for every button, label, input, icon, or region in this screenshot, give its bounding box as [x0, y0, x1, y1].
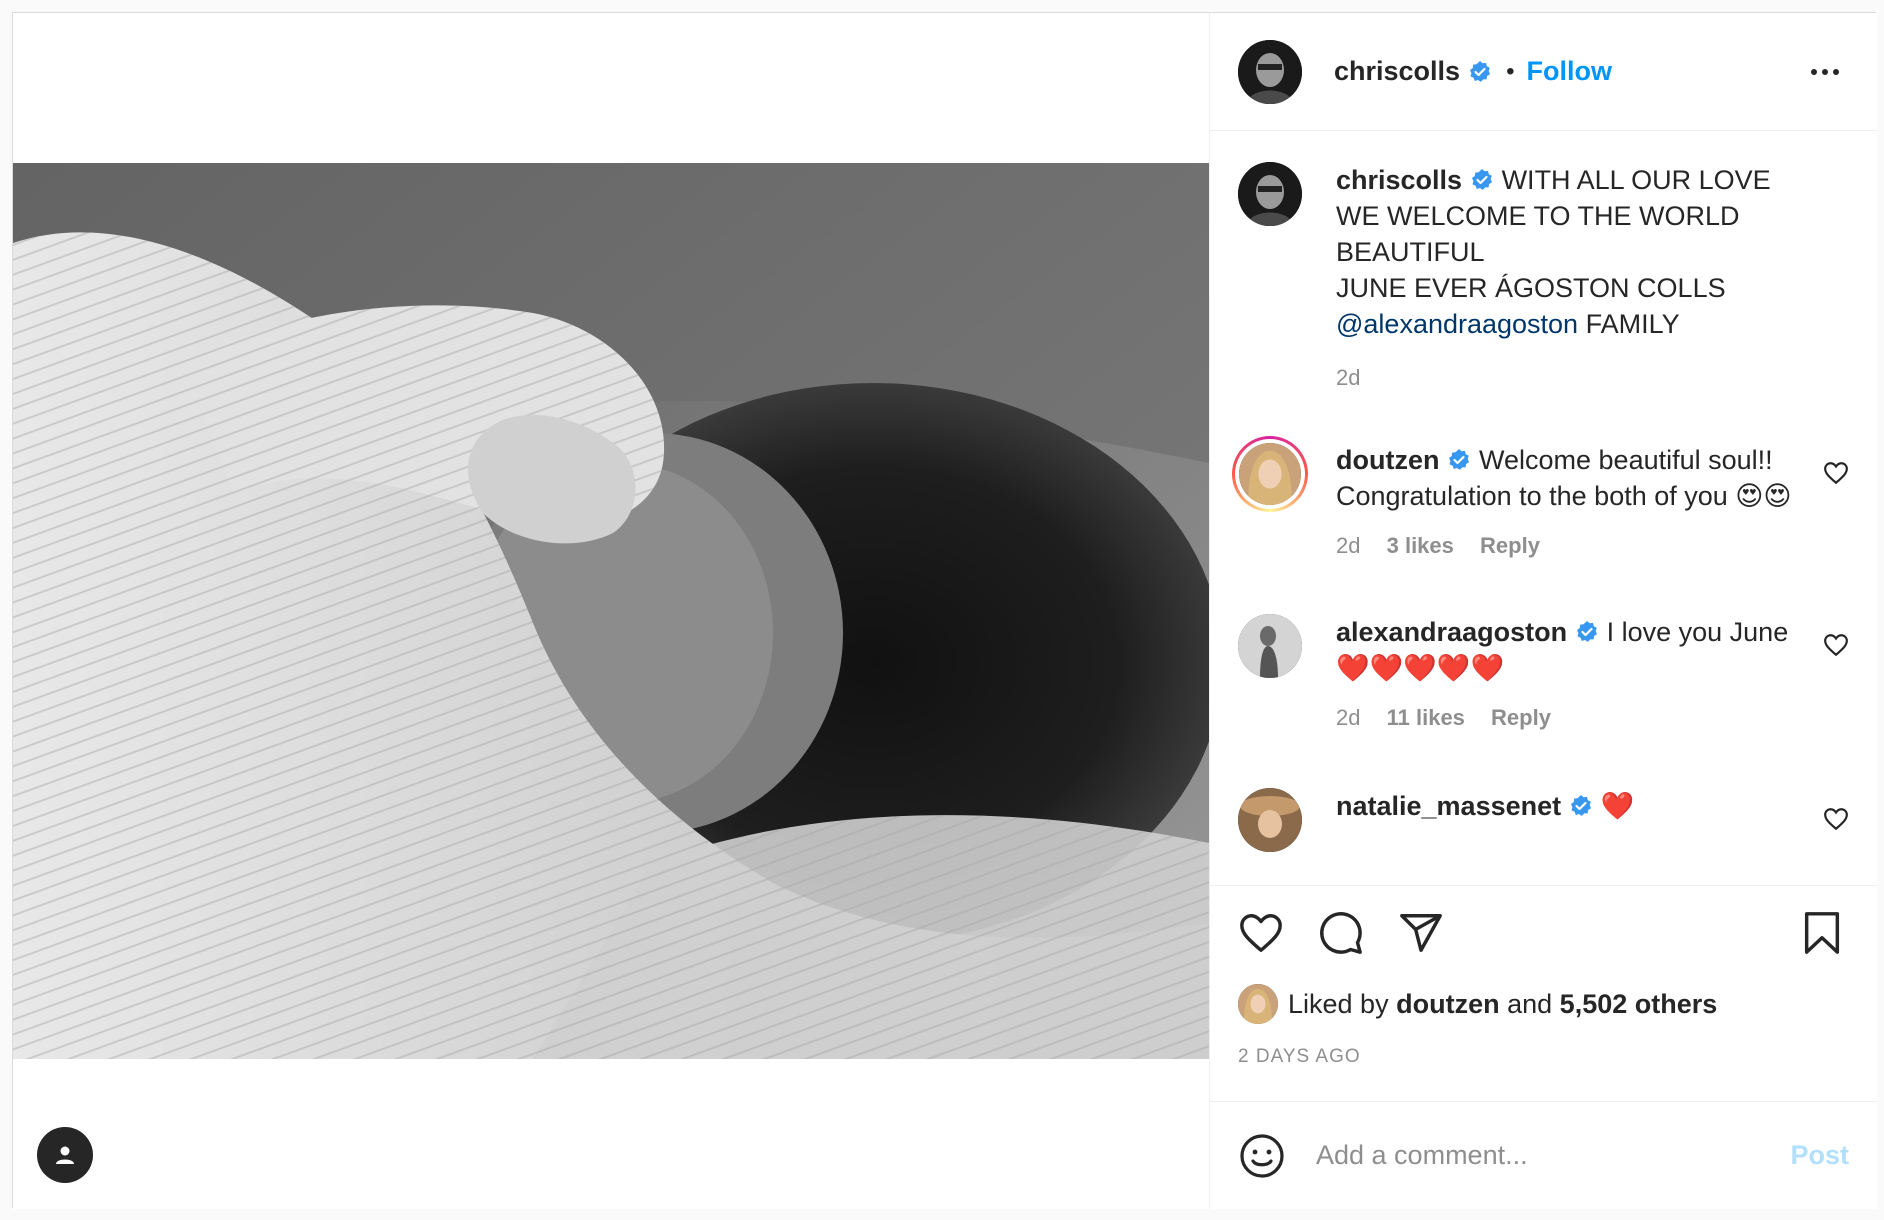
comment-avatar [1239, 443, 1301, 505]
comment-avatar[interactable] [1238, 788, 1302, 852]
paper-plane-icon [1400, 914, 1442, 952]
heart-icon[interactable] [1823, 460, 1849, 486]
verified-badge-icon [1449, 449, 1470, 470]
verified-badge-icon [1472, 169, 1493, 190]
comment-username[interactable]: alexandraagoston [1336, 617, 1567, 647]
comment-meta: 2d 3 likes Reply [1336, 528, 1796, 564]
comment-time[interactable]: 2d [1336, 705, 1360, 730]
comment-item: natalie_massenet ❤️ [1210, 788, 1877, 852]
header-user: chriscolls • Follow [1334, 56, 1612, 87]
liked-by-avatar[interactable] [1238, 984, 1278, 1024]
post-modal: chriscolls • Follow chriscolls WITH ALL … [12, 12, 1877, 1209]
liked-by-and: and [1507, 988, 1553, 1019]
verified-badge-icon [1577, 621, 1598, 642]
add-comment-bar: Post [1210, 1101, 1877, 1209]
comment-bubble-icon [1320, 912, 1362, 954]
media-column [13, 13, 1209, 1209]
comment-item: alexandraagoston I love you June ❤️❤️❤️❤… [1210, 614, 1877, 736]
header-separator: • [1506, 57, 1515, 85]
save-button[interactable] [1799, 910, 1845, 956]
post-header: chriscolls • Follow [1210, 13, 1877, 131]
post-timestamp[interactable]: 2 DAYS AGO [1238, 1046, 1849, 1068]
comment-body: natalie_massenet ❤️ [1336, 788, 1796, 852]
heart-icon [1240, 914, 1282, 952]
comment-username[interactable]: natalie_massenet [1336, 791, 1561, 821]
comment-body: doutzen Welcome beautiful soul!! Congrat… [1336, 442, 1796, 564]
share-button[interactable] [1398, 910, 1444, 956]
post-sidebar: chriscolls • Follow chriscolls WITH ALL … [1209, 13, 1877, 1209]
emoji-icon[interactable] [1238, 1132, 1286, 1180]
comment-username[interactable]: doutzen [1336, 445, 1439, 475]
heart-icon[interactable] [1823, 632, 1849, 658]
liked-by: Liked by doutzen and 5,502 others [1238, 984, 1849, 1024]
caption-avatar-image [1238, 162, 1302, 226]
comment-likes[interactable]: 11 likes [1387, 705, 1465, 730]
comment-meta: 2d 11 likes Reply [1336, 700, 1796, 736]
bookmark-icon [1804, 912, 1840, 954]
heart-icon[interactable] [1823, 806, 1849, 832]
comment-time[interactable]: 2d [1336, 533, 1360, 558]
more-options-icon[interactable] [1811, 69, 1839, 75]
photo-illustration [13, 163, 1209, 1059]
verified-badge-icon [1470, 60, 1491, 82]
comment-text: ❤️ [1600, 791, 1635, 821]
post-comment-button[interactable]: Post [1790, 1140, 1849, 1171]
liked-by-user[interactable]: doutzen [1396, 989, 1499, 1020]
comment-body: alexandraagoston I love you June ❤️❤️❤️❤… [1336, 614, 1796, 736]
caption-mention[interactable]: @alexandraagoston [1336, 309, 1578, 339]
comment-button[interactable] [1318, 910, 1364, 956]
story-ring[interactable] [1232, 436, 1308, 512]
post-actions: Liked by doutzen and 5,502 others 2 DAYS… [1210, 885, 1877, 1068]
caption-body: chriscolls WITH ALL OUR LOVE WE WELCOME … [1336, 162, 1816, 396]
post-photo[interactable] [13, 163, 1209, 1059]
comment-input[interactable] [1316, 1140, 1791, 1171]
comment-item: doutzen Welcome beautiful soul!! Congrat… [1210, 436, 1877, 564]
comment-avatar[interactable] [1238, 614, 1302, 678]
caption-time[interactable]: 2d [1336, 365, 1360, 390]
caption-username[interactable]: chriscolls [1336, 165, 1462, 195]
liked-by-others[interactable]: 5,502 others [1560, 989, 1718, 1020]
author-avatar[interactable] [1238, 39, 1302, 104]
follow-button[interactable]: Follow [1526, 56, 1611, 87]
caption-text-tail: FAMILY [1578, 309, 1680, 339]
comment-likes[interactable]: 3 likes [1387, 533, 1454, 558]
caption-avatar[interactable] [1238, 162, 1302, 226]
caption-meta: 2d [1336, 360, 1816, 396]
verified-badge-icon [1571, 795, 1592, 816]
author-avatar-image [1238, 39, 1302, 104]
user-tag-button[interactable] [37, 1127, 93, 1183]
user-tag-icon [56, 1146, 74, 1164]
reply-button[interactable]: Reply [1491, 705, 1551, 730]
liked-by-prefix: Liked by [1288, 988, 1389, 1019]
like-button[interactable] [1238, 910, 1284, 956]
comments-list[interactable]: chriscolls WITH ALL OUR LOVE WE WELCOME … [1210, 132, 1877, 885]
action-icons [1238, 886, 1849, 980]
reply-button[interactable]: Reply [1480, 533, 1540, 558]
header-username[interactable]: chriscolls [1334, 56, 1460, 87]
post-caption: chriscolls WITH ALL OUR LOVE WE WELCOME … [1210, 132, 1877, 396]
